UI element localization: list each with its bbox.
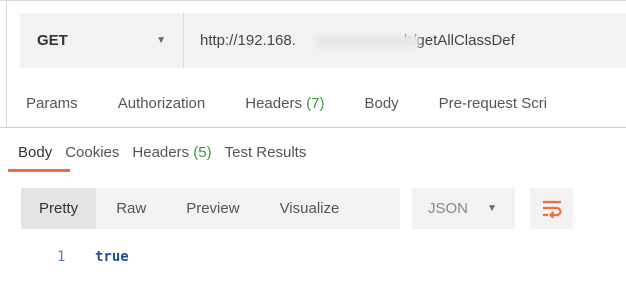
response-tab-cookies[interactable]: Cookies: [65, 144, 119, 161]
method-select[interactable]: GET ▼: [20, 13, 183, 68]
request-divider: [0, 127, 626, 128]
response-tab-test-results[interactable]: Test Results: [225, 144, 307, 161]
format-select[interactable]: JSON ▼: [412, 188, 515, 229]
view-mode-group: Pretty Raw Preview Visualize: [21, 188, 400, 229]
redaction-blur: [315, 35, 419, 48]
chevron-down-icon: ▼: [487, 203, 497, 214]
tab-headers-count: (7): [306, 95, 325, 112]
view-visualize[interactable]: Visualize: [260, 200, 360, 217]
response-tab-body[interactable]: Body: [18, 144, 52, 161]
tab-headers[interactable]: Headers (7): [245, 95, 324, 112]
tab-headers-label: Headers: [245, 95, 302, 112]
response-tab-headers-label: Headers: [132, 144, 190, 161]
tab-body[interactable]: Body: [364, 95, 398, 112]
response-tabs: Body Cookies Headers (5) Test Results: [18, 144, 319, 161]
tab-params[interactable]: Params: [26, 95, 78, 112]
url-bar: GET ▼ http://192.168.h/getAllClassDef: [20, 13, 626, 68]
response-tab-headers[interactable]: Headers (5): [132, 144, 211, 161]
url-suffix: /getAllClassDef: [412, 32, 515, 49]
chevron-down-icon: ▼: [156, 35, 166, 46]
tab-authorization[interactable]: Authorization: [118, 95, 206, 112]
url-input[interactable]: http://192.168.h/getAllClassDef: [184, 32, 515, 49]
left-divider: [6, 0, 7, 128]
url-prefix: http://192.168.: [200, 32, 296, 49]
format-label: JSON: [428, 200, 469, 217]
tab-pre-request-script[interactable]: Pre-request Scri: [439, 95, 547, 112]
view-pretty[interactable]: Pretty: [21, 188, 97, 229]
active-tab-underline: [8, 169, 70, 172]
top-divider: [0, 0, 626, 1]
response-toolbar: Pretty Raw Preview Visualize JSON ▼: [21, 188, 573, 229]
request-tabs: Params Authorization Headers (7) Body Pr…: [26, 95, 587, 112]
response-tab-headers-count: (5): [193, 144, 212, 161]
view-preview[interactable]: Preview: [166, 200, 259, 217]
response-body: 1 true: [57, 249, 129, 265]
wrap-lines-icon: [542, 200, 562, 218]
response-value: true: [95, 249, 129, 265]
method-label: GET: [37, 32, 68, 49]
view-raw[interactable]: Raw: [96, 200, 166, 217]
line-number: 1: [57, 249, 66, 265]
wrap-lines-button[interactable]: [530, 188, 573, 229]
